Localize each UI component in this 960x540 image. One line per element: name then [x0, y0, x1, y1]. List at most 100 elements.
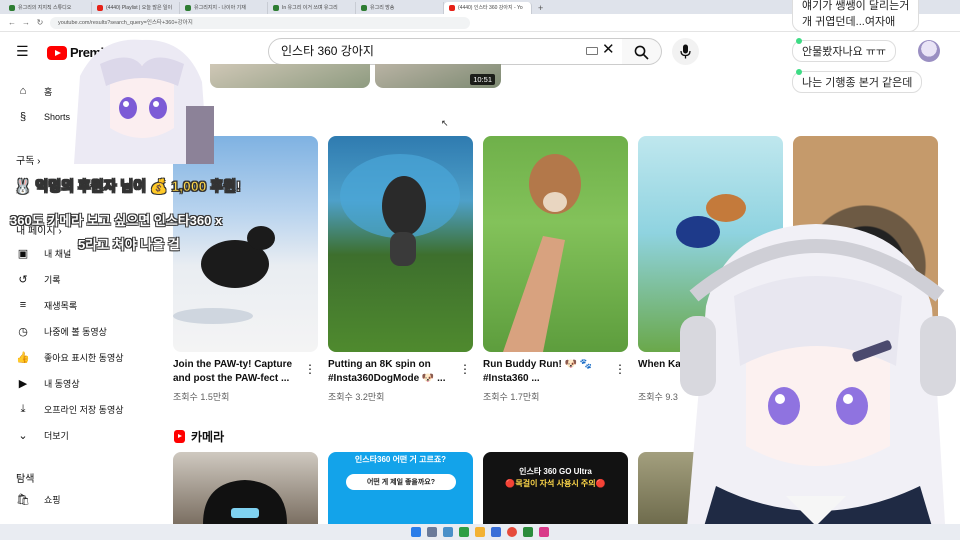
thumbnail-caption: 인스타 360 GO Ultra — [519, 467, 592, 476]
shorts-card[interactable]: Run Buddy Run! 🐶 🐾 #Insta360 ... ⋮ 조회수 1… — [483, 136, 628, 402]
anime-girl-image — [680, 224, 956, 540]
playlist-icon: ≡ — [19, 299, 27, 311]
folder-icon[interactable] — [475, 527, 485, 537]
search-icon — [634, 45, 649, 60]
microphone-icon — [680, 44, 691, 59]
shorts-thumbnail[interactable]: 인스타360 어떤 거 고르죠? 어떤 게 제일 좋을까요? — [328, 452, 473, 524]
dog-image — [173, 226, 275, 324]
search-taskbar-icon[interactable] — [427, 527, 437, 537]
chevron-down-icon: ⌄ — [18, 429, 28, 442]
app-icon[interactable] — [459, 527, 469, 537]
video-duration: 10:51 — [470, 74, 495, 85]
app-icon[interactable] — [523, 527, 533, 537]
home-icon: ⌂ — [19, 85, 27, 97]
forward-icon[interactable]: → — [22, 18, 30, 27]
voice-search-button[interactable] — [672, 38, 699, 65]
search-button[interactable] — [622, 38, 662, 65]
donation-amount: 1,000 — [171, 178, 207, 195]
chat-dot-icon — [796, 38, 802, 44]
vtuber-avatar-large — [676, 216, 960, 540]
windows-start-icon[interactable] — [411, 527, 421, 537]
sidebar-item-shopping[interactable]: 🛍 쇼핑 — [16, 490, 61, 508]
shorts-views: 조회수 9.3 — [638, 392, 678, 402]
donation-unit: 후원! — [210, 178, 241, 195]
hamburger-menu-icon[interactable]: ☰ — [16, 44, 30, 58]
sidebar-item-shorts[interactable]: § Shorts — [16, 108, 70, 126]
donor-name: 익명의 후원자 — [35, 178, 117, 195]
sidebar-item-my-channel[interactable]: ▣ 내 채널 — [16, 244, 72, 262]
browser-tab-active[interactable]: (4440) 인스타 360 강아지 - Yo — [444, 2, 532, 14]
shorts-views: 조회수 1.5만회 — [173, 392, 230, 402]
video-thumbnail[interactable]: 10:51 — [375, 64, 501, 88]
sidebar-item-label: Shorts — [44, 112, 71, 122]
chat-message: 나는 기행종 본거 같은데 — [792, 69, 923, 93]
sidebar-item-label: 나중에 볼 동영상 — [44, 326, 107, 337]
shorts-logo-icon — [174, 430, 185, 443]
sidebar-item-home[interactable]: ⌂ 홈 — [16, 82, 53, 100]
reload-icon[interactable]: ↻ — [36, 18, 44, 27]
widgets-icon[interactable] — [443, 527, 453, 537]
sidebar-item-label: 홈 — [44, 86, 53, 97]
shorts-card[interactable]: Join the PAW-ty! Capture and post the PA… — [173, 136, 318, 402]
sidebar-item-watch-later[interactable]: ◷ 나중에 볼 동영상 — [16, 322, 107, 340]
explore-heading: 탐색 — [16, 474, 35, 485]
new-tab-button[interactable]: + — [532, 2, 549, 14]
video-icon: ▶ — [18, 377, 28, 390]
person-cap-image — [203, 480, 287, 524]
sidebar-item-my-videos[interactable]: ▶ 내 동영상 — [16, 374, 80, 392]
thumbs-up-icon: 👍 — [16, 351, 30, 364]
shorts-views: 조회수 3.2만회 — [328, 392, 385, 402]
sidebar-item-history[interactable]: ↺ 기록 — [16, 270, 61, 288]
camera-section-title: 카메라 — [174, 428, 224, 445]
sidebar-item-show-more[interactable]: ⌄ 더보기 — [16, 426, 68, 444]
chrome-icon[interactable] — [507, 527, 517, 537]
sidebar-item-label: 기록 — [44, 274, 61, 285]
browser-tab[interactable]: (4440) Playlist | 오늘 많은 일이 — [92, 2, 180, 14]
chat-message: 얘기가 쌩쌩이 달리는거 개 귀엽던데...여자애 — [792, 0, 920, 32]
browser-tab[interactable]: 유그리 방송 — [356, 2, 444, 14]
back-icon[interactable]: ← — [8, 18, 16, 27]
chat-dot-icon — [796, 69, 802, 75]
shorts-thumbnail[interactable]: 인스타 360 GO Ultra 🔴목걸이 자석 사용시 주의🔴 — [483, 452, 628, 524]
thumbnail-caption: 🔴목걸이 자석 사용시 주의🔴 — [505, 479, 606, 488]
shorts-thumbnail[interactable] — [173, 452, 318, 524]
keyboard-icon[interactable] — [586, 47, 598, 55]
browser-tab[interactable]: 유그리의 지지직 스튜디오 — [4, 2, 92, 14]
sidebar-item-downloads[interactable]: ⤓ 오프라인 저장 동영상 — [16, 400, 124, 418]
clock-icon: ◷ — [18, 325, 28, 338]
shorts-views: 조회수 1.7만회 — [483, 392, 540, 402]
more-options-icon[interactable]: ⋮ — [304, 362, 316, 376]
shorts-card[interactable]: Putting an 8K spin on #Insta360DogMode 🐶… — [328, 136, 473, 402]
shorts-title[interactable]: Join the PAW-ty! Capture and post the PA… — [173, 358, 301, 386]
browser-tab[interactable]: In 유그리 이거 쓰며 유그리 — [268, 2, 356, 14]
youtube-play-icon — [47, 45, 67, 60]
video-thumbnail[interactable] — [210, 64, 370, 88]
subscriptions-heading[interactable]: 구독 › — [16, 152, 41, 167]
shorts-thumbnail[interactable] — [173, 136, 318, 352]
store-icon[interactable] — [491, 527, 501, 537]
more-options-icon[interactable]: ⋮ — [459, 362, 471, 376]
shorts-title[interactable]: Putting an 8K spin on #Insta360DogMode 🐶… — [328, 358, 456, 386]
stream-chat-overlay: 얘기가 쌩쌩이 달리는거 개 귀엽던데...여자애 안물봤자나요 ㅠㅠ 나는 기… — [790, 0, 960, 95]
shorts-title[interactable]: Run Buddy Run! 🐶 🐾 #Insta360 ... — [483, 358, 611, 386]
app-icon[interactable] — [539, 527, 549, 537]
donation-message: 5라고 쳐야 나올 걸 — [78, 237, 180, 252]
caption-pill: 어떤 게 제일 좋을까요? — [346, 474, 456, 490]
more-options-icon[interactable]: ⋮ — [614, 362, 626, 376]
sidebar-item-playlists[interactable]: ≡ 재생목록 — [16, 296, 77, 314]
shopping-icon: 🛍 — [16, 493, 30, 506]
donation-alert: 🐰 익명의 후원자 님이 💰 1,000 후원! — [14, 176, 241, 196]
shorts-thumbnail[interactable] — [483, 136, 628, 352]
sidebar-item-label: 오프라인 저장 동영상 — [44, 404, 124, 415]
shorts-thumbnail[interactable] — [328, 136, 473, 352]
search-input[interactable]: 인스타 360 강아지 — [268, 38, 623, 65]
url-field[interactable]: youtube.com/results?search_query=인스타+360… — [50, 16, 470, 29]
donor-suffix: 님이 — [120, 178, 147, 195]
sidebar-item-liked-videos[interactable]: 👍 좋아요 표시한 동영상 — [16, 348, 123, 366]
clear-search-icon[interactable]: ✕ — [602, 42, 615, 58]
donation-coin-icon: 💰 — [150, 178, 168, 195]
sidebar-item-label: 쇼핑 — [44, 494, 61, 505]
browser-tab[interactable]: 유그리지지 - 나이아 기재 — [180, 2, 268, 14]
anime-girl-image — [74, 39, 214, 164]
history-icon: ↺ — [18, 273, 28, 286]
